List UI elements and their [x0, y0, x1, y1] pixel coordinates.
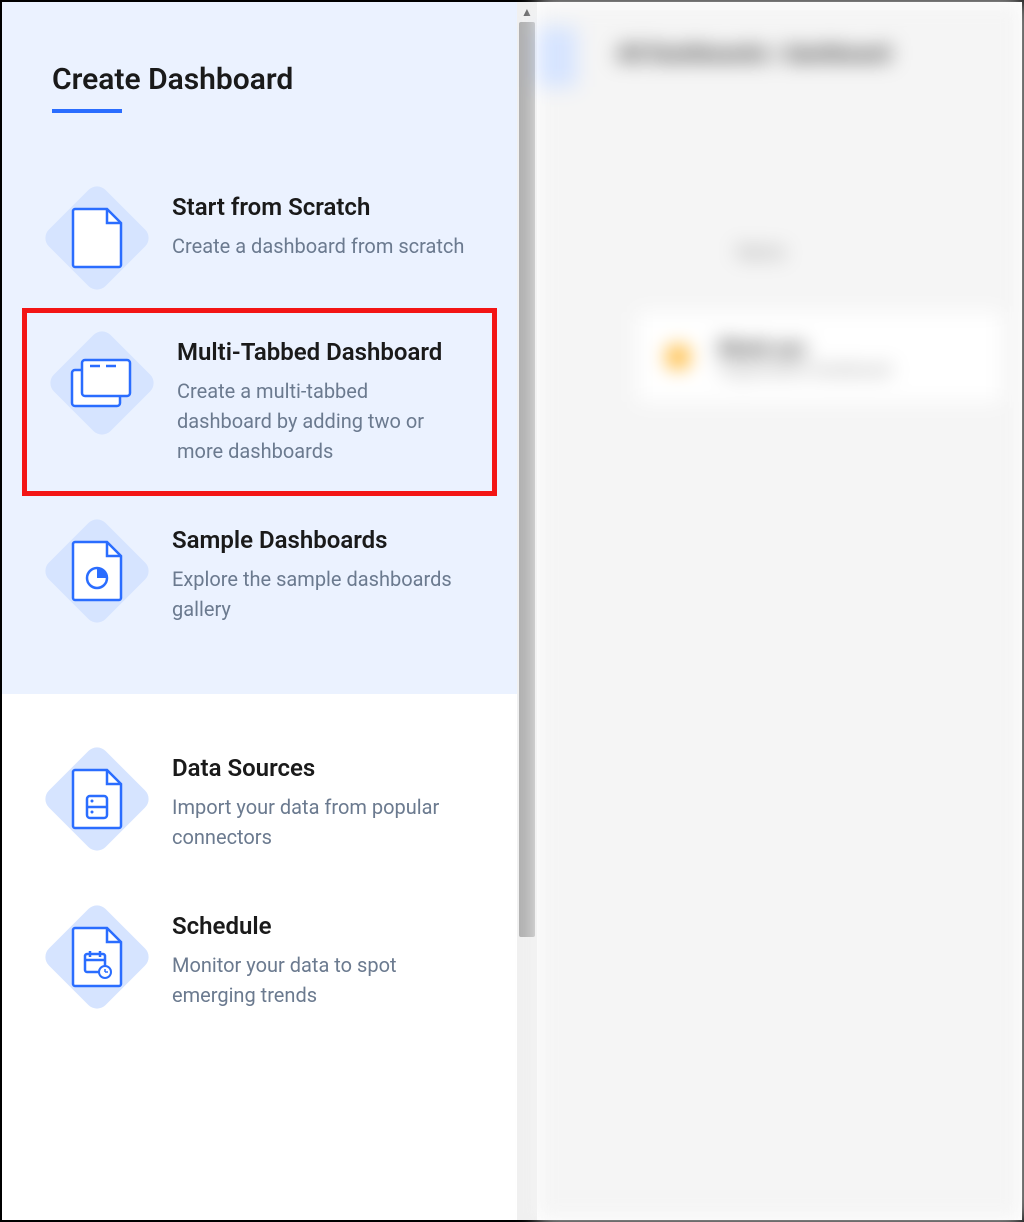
- option-description: Monitor your data to spot emerging trend…: [172, 950, 467, 1010]
- option-description: Explore the sample dashboards gallery: [172, 564, 467, 624]
- folders-icon: [70, 358, 134, 408]
- option-sample-dashboards[interactable]: Sample Dashboards Explore the sample das…: [2, 496, 517, 654]
- option-title: Sample Dashboards: [172, 526, 467, 554]
- option-title: Schedule: [172, 912, 467, 940]
- main-header-accent: [537, 27, 577, 87]
- item-status-dot: [667, 346, 689, 368]
- scrollbar[interactable]: ▲: [517, 2, 537, 1220]
- scrollbar-thumb[interactable]: [519, 22, 535, 937]
- sidebar-title: Create Dashboard: [2, 62, 517, 109]
- main-content-blurred: All Dashboards / dashboard Name Blank.xy…: [537, 2, 1022, 1220]
- blank-file-icon: [71, 207, 123, 269]
- chart-file-icon: [71, 540, 123, 602]
- option-title: Multi-Tabbed Dashboard: [177, 338, 462, 366]
- database-file-icon: [71, 768, 123, 830]
- breadcrumb: All Dashboards / dashboard: [617, 42, 890, 67]
- option-data-sources[interactable]: Data Sources Import your data from popul…: [2, 724, 517, 882]
- option-start-from-scratch[interactable]: Start from Scratch Create a dashboard fr…: [2, 163, 517, 308]
- option-title: Start from Scratch: [172, 193, 467, 221]
- item-subtitle: Organization Dashboard: [719, 360, 891, 379]
- option-description: Create a multi-tabbed dashboard by addin…: [177, 376, 462, 466]
- scroll-up-arrow-icon[interactable]: ▲: [517, 2, 537, 22]
- calendar-file-icon: [71, 926, 123, 988]
- option-description: Import your data from popular connectors: [172, 792, 467, 852]
- create-dashboard-sidebar: Create Dashboard: [2, 2, 537, 1220]
- option-description: Create a dashboard from scratch: [172, 231, 467, 261]
- option-schedule[interactable]: Schedule Monitor your data to spot emerg…: [2, 882, 517, 1040]
- column-header: Name: [737, 242, 785, 263]
- dashboard-list-item: Blank.xyz Organization Dashboard: [637, 312, 1002, 402]
- item-title: Blank.xyz: [719, 336, 891, 360]
- title-underline: [52, 109, 122, 113]
- option-multi-tabbed-dashboard[interactable]: Multi-Tabbed Dashboard Create a multi-ta…: [22, 308, 497, 496]
- option-title: Data Sources: [172, 754, 467, 782]
